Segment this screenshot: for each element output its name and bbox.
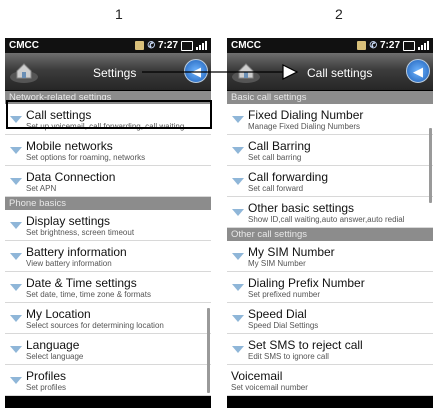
transition-arrow xyxy=(142,64,299,80)
